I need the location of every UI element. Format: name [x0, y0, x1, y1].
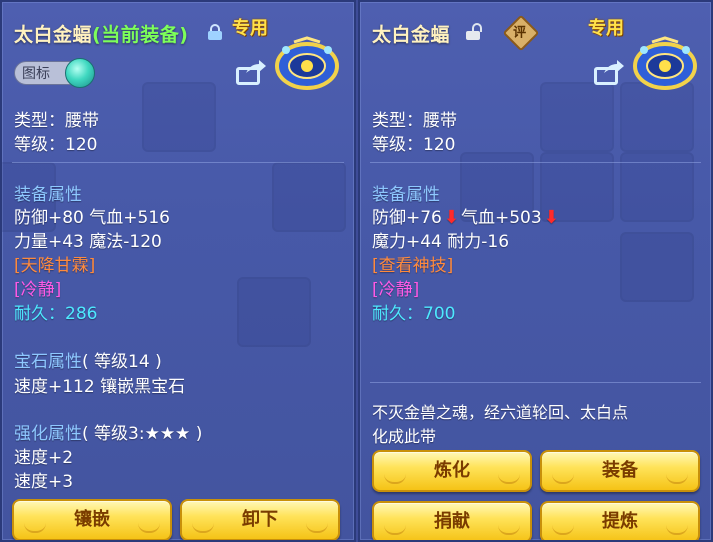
toggle-label: 图标	[22, 66, 50, 82]
item-name: 太白金蝠	[372, 24, 451, 46]
icon-toggle[interactable]: 图标	[14, 58, 96, 88]
type-line: 类型：腰带	[14, 111, 99, 131]
level-line: 等级：120	[372, 135, 456, 155]
divider	[370, 382, 701, 383]
donate-button-label: 捐献	[434, 511, 470, 532]
durability-line: 耐久：700	[372, 299, 455, 324]
refine-button-label: 炼化	[434, 460, 470, 481]
item-title: 太白金蝠	[372, 20, 450, 47]
durability-value: 286	[65, 304, 98, 324]
item-title: 太白金蝠(当前装备)	[14, 20, 188, 47]
level-line: 等级：120	[14, 135, 98, 155]
equip-attr-header: 装备属性	[14, 185, 82, 205]
share-icon[interactable]	[236, 60, 266, 86]
divider	[370, 162, 701, 163]
enhance-line: 速度+2	[14, 448, 74, 468]
refine-button[interactable]: 炼化	[372, 450, 532, 492]
down-arrow-icon: ⬇	[443, 207, 459, 228]
durability-value: 700	[423, 304, 456, 324]
enhance-level: ( 等级3:★★★ )	[82, 424, 203, 444]
equip-button-label: 装备	[602, 460, 638, 481]
equip-attr-header: 装备属性	[372, 185, 440, 205]
special-label: 专用	[588, 18, 624, 39]
stat-line: 魔力+44 耐力-16	[372, 232, 510, 252]
description-line: 不灭金兽之魂，经六道轮回、太白点	[372, 403, 629, 422]
unlock-icon[interactable]	[466, 23, 482, 40]
belt-item-icon	[633, 36, 697, 90]
down-arrow-icon: ⬇	[543, 207, 559, 228]
stat-line: 力量+43 魔法-120	[14, 232, 162, 252]
gem-level: ( 等级14 )	[82, 352, 162, 372]
type-line: 类型：腰带	[372, 111, 457, 131]
effect-tag: [冷静]	[14, 280, 62, 300]
stat-line: 防御+76 ⬇ 气血+503 ⬇	[372, 203, 561, 228]
gem-header: 宝石属性	[14, 352, 82, 372]
equip-button[interactable]: 装备	[540, 450, 700, 492]
description-line: 化成此带	[372, 427, 437, 446]
durability-label: 耐久：	[14, 304, 65, 324]
rate-badge-icon[interactable]: 评	[502, 14, 540, 52]
donate-button[interactable]: 捐献	[372, 501, 532, 540]
special-label: 专用	[232, 18, 268, 39]
item-name: 太白金蝠	[14, 24, 93, 46]
gem-header-line: 宝石属性( 等级14 )	[14, 347, 162, 372]
share-icon[interactable]	[594, 60, 624, 86]
belt-item-icon	[275, 36, 339, 90]
enhance-header-line: 强化属性( 等级3:★★★ )	[14, 419, 202, 444]
rate-badge-label: 评	[513, 25, 527, 41]
unequip-button-label: 卸下	[242, 509, 278, 530]
enhance-line: 速度+3	[14, 472, 74, 492]
extract-button-label: 提炼	[602, 511, 638, 532]
unequip-button[interactable]: 卸下	[180, 499, 340, 540]
inlay-button-label: 镶嵌	[74, 509, 110, 530]
skill-tag[interactable]: [查看神技]	[372, 251, 453, 276]
stat-hp: 气血+503	[460, 208, 542, 228]
current-equip-label: (当前装备)	[92, 24, 189, 46]
durability-line: 耐久：286	[14, 299, 97, 324]
extract-button[interactable]: 提炼	[540, 501, 700, 540]
stat-line: 防御+80 气血+516	[14, 208, 170, 228]
durability-label: 耐久：	[372, 304, 423, 324]
divider	[12, 162, 344, 163]
skill-tag[interactable]: [天降甘霖]	[14, 251, 95, 276]
inlay-button[interactable]: 镶嵌	[12, 499, 172, 540]
enhance-header: 强化属性	[14, 424, 82, 444]
current-item-tooltip: 太白金蝠(当前装备) 专用 图标 类型：腰带 等级：120 装备属性 防御+80…	[0, 0, 356, 542]
toggle-knob	[65, 58, 95, 88]
gem-line: 速度+112 镶嵌黑宝石	[14, 377, 186, 397]
compare-item-tooltip: 太白金蝠 评 专用 类型：腰带 等级：120 装备属性 防御+76 ⬇ 气血+503…	[358, 0, 713, 542]
stat-def: 防御+76	[372, 208, 442, 228]
effect-tag: [冷静]	[372, 280, 420, 300]
lock-icon[interactable]	[208, 24, 222, 40]
